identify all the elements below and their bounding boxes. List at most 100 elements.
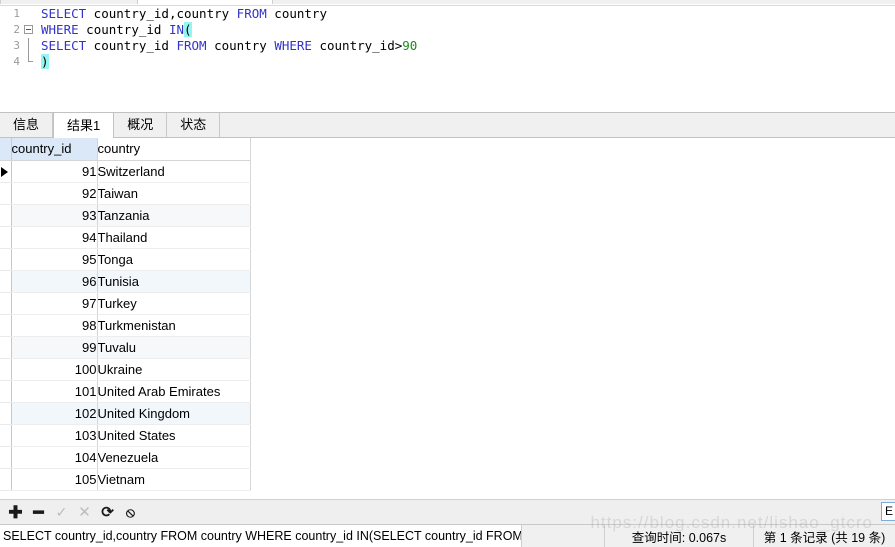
code-token: SELECT (41, 6, 87, 21)
fold-gutter (22, 54, 36, 70)
table-row[interactable]: 95 Tonga (0, 248, 251, 271)
code-token: ( (184, 22, 192, 37)
row-marker-cell[interactable] (0, 424, 12, 447)
table-row[interactable]: 94 Thailand (0, 226, 251, 249)
cell-country[interactable]: United Arab Emirates (97, 380, 251, 403)
cell-country-id[interactable]: 103 (11, 424, 98, 447)
cell-country-id[interactable]: 95 (11, 248, 98, 271)
line-number: 1 (13, 7, 20, 20)
table-row[interactable]: 98 Turkmenistan (0, 314, 251, 337)
table-row[interactable]: 104 Venezuela (0, 446, 251, 469)
cell-country-id[interactable]: 94 (11, 226, 98, 249)
panel-edge-right (272, 0, 895, 4)
fold-gutter (22, 6, 36, 22)
row-marker-cell[interactable] (0, 358, 12, 381)
cell-country-id[interactable]: 105 (11, 468, 98, 491)
toolbar-edge-field[interactable]: E (881, 502, 895, 521)
grid-header-row: country_id country (0, 138, 251, 161)
cell-country[interactable]: Tonga (97, 248, 251, 271)
cell-country[interactable]: Vietnam (97, 468, 251, 491)
tab-status[interactable]: 状态 (167, 113, 221, 137)
fold-gutter[interactable] (22, 22, 36, 38)
result-grid[interactable]: country_id country 91 Switzerland 92 Taiwan 9… (0, 138, 251, 491)
fold-collapse-icon[interactable] (24, 25, 33, 34)
row-marker-cell[interactable] (0, 160, 12, 183)
cell-country[interactable]: Tuvalu (97, 336, 251, 359)
table-row[interactable]: 99 Tuvalu (0, 336, 251, 359)
result-grid-container[interactable]: country_id country 91 Switzerland 92 Taiwan 9… (0, 138, 895, 499)
cell-country-id[interactable]: 99 (11, 336, 98, 359)
cell-country-id[interactable]: 93 (11, 204, 98, 227)
table-row[interactable]: 105 Vietnam (0, 468, 251, 491)
cell-country[interactable]: Ukraine (97, 358, 251, 381)
tab-info[interactable]: 信息 (0, 113, 54, 137)
code-token: IN (168, 22, 185, 37)
stop-button[interactable]: ⦸ (119, 502, 142, 523)
status-record-count: 第 1 条记录 (共 19 条) (754, 525, 895, 547)
cell-country[interactable]: United States (97, 424, 251, 447)
table-row[interactable]: 100 Ukraine (0, 358, 251, 381)
table-row[interactable]: 102 United Kingdom (0, 402, 251, 425)
cell-country-id[interactable]: 98 (11, 314, 98, 337)
row-marker-cell[interactable] (0, 468, 12, 491)
row-marker-cell[interactable] (0, 402, 12, 425)
table-row[interactable]: 97 Turkey (0, 292, 251, 315)
row-marker-cell[interactable] (0, 248, 12, 271)
row-marker-cell[interactable] (0, 292, 12, 315)
row-marker-cell[interactable] (0, 446, 12, 469)
table-row[interactable]: 103 United States (0, 424, 251, 447)
row-marker-cell[interactable] (0, 270, 12, 293)
cell-country-id[interactable]: 96 (11, 270, 98, 293)
database-client-window: 1 SELECT country_id,country FROM country 2… (0, 0, 895, 547)
cell-country-id[interactable]: 92 (11, 182, 98, 205)
table-row[interactable]: 92 Taiwan (0, 182, 251, 205)
cell-country-id[interactable]: 91 (11, 160, 98, 183)
cell-country[interactable]: Taiwan (97, 182, 251, 205)
cell-country[interactable]: Thailand (97, 226, 251, 249)
tab-result1[interactable]: 结果1 (53, 112, 115, 138)
sql-editor[interactable]: 1 SELECT country_id,country FROM country 2… (0, 6, 895, 112)
status-query-time: 查询时间: 0.067s (605, 525, 754, 547)
column-header[interactable]: country (97, 138, 251, 161)
line-number: 3 (13, 39, 20, 52)
cell-country-id[interactable]: 97 (11, 292, 98, 315)
cell-country-id[interactable]: 104 (11, 446, 98, 469)
cell-country-id[interactable]: 100 (11, 358, 98, 381)
grid-corner-cell[interactable] (0, 138, 12, 161)
code-text: ) (36, 54, 49, 70)
code-token: FROM (236, 6, 267, 21)
row-marker-cell[interactable] (0, 204, 12, 227)
tab-profile[interactable]: 概况 (114, 113, 168, 137)
refresh-button[interactable]: ⟳ (96, 502, 119, 523)
status-sql-text: SELECT country_id,country FROM country W… (0, 525, 522, 547)
cell-country[interactable]: Switzerland (97, 160, 251, 183)
result-tabbar: 信息 结果1 概况 状态 (0, 112, 895, 138)
row-marker-cell[interactable] (0, 314, 12, 337)
row-marker-cell[interactable] (0, 182, 12, 205)
apply-changes-button: ✓ (55, 504, 68, 520)
tabbar-filler (220, 113, 895, 137)
code-token: country (206, 38, 275, 53)
line-number: 2 (13, 23, 20, 36)
cell-country[interactable]: United Kingdom (97, 402, 251, 425)
cell-country[interactable]: Venezuela (97, 446, 251, 469)
table-row[interactable]: 91 Switzerland (0, 160, 251, 183)
column-header[interactable]: country_id (11, 138, 98, 161)
table-row[interactable]: 93 Tanzania (0, 204, 251, 227)
table-row[interactable]: 101 United Arab Emirates (0, 380, 251, 403)
row-marker-cell[interactable] (0, 336, 12, 359)
row-marker-cell[interactable] (0, 226, 12, 249)
delete-record-button[interactable]: ━ (27, 502, 50, 523)
cell-country[interactable]: Tunisia (97, 270, 251, 293)
fold-gutter (22, 38, 36, 54)
cell-country[interactable]: Tanzania (97, 204, 251, 227)
row-marker-cell[interactable] (0, 380, 12, 403)
cell-country[interactable]: Turkmenistan (97, 314, 251, 337)
cell-country[interactable]: Turkey (97, 292, 251, 315)
table-row[interactable]: 96 Tunisia (0, 270, 251, 293)
record-toolbar: ✚ ━ ✓ ✕ ⟳ ⦸ E (0, 499, 895, 524)
cell-country-id[interactable]: 102 (11, 402, 98, 425)
code-token: WHERE (41, 22, 79, 37)
add-record-button[interactable]: ✚ (4, 502, 27, 523)
cell-country-id[interactable]: 101 (11, 380, 98, 403)
